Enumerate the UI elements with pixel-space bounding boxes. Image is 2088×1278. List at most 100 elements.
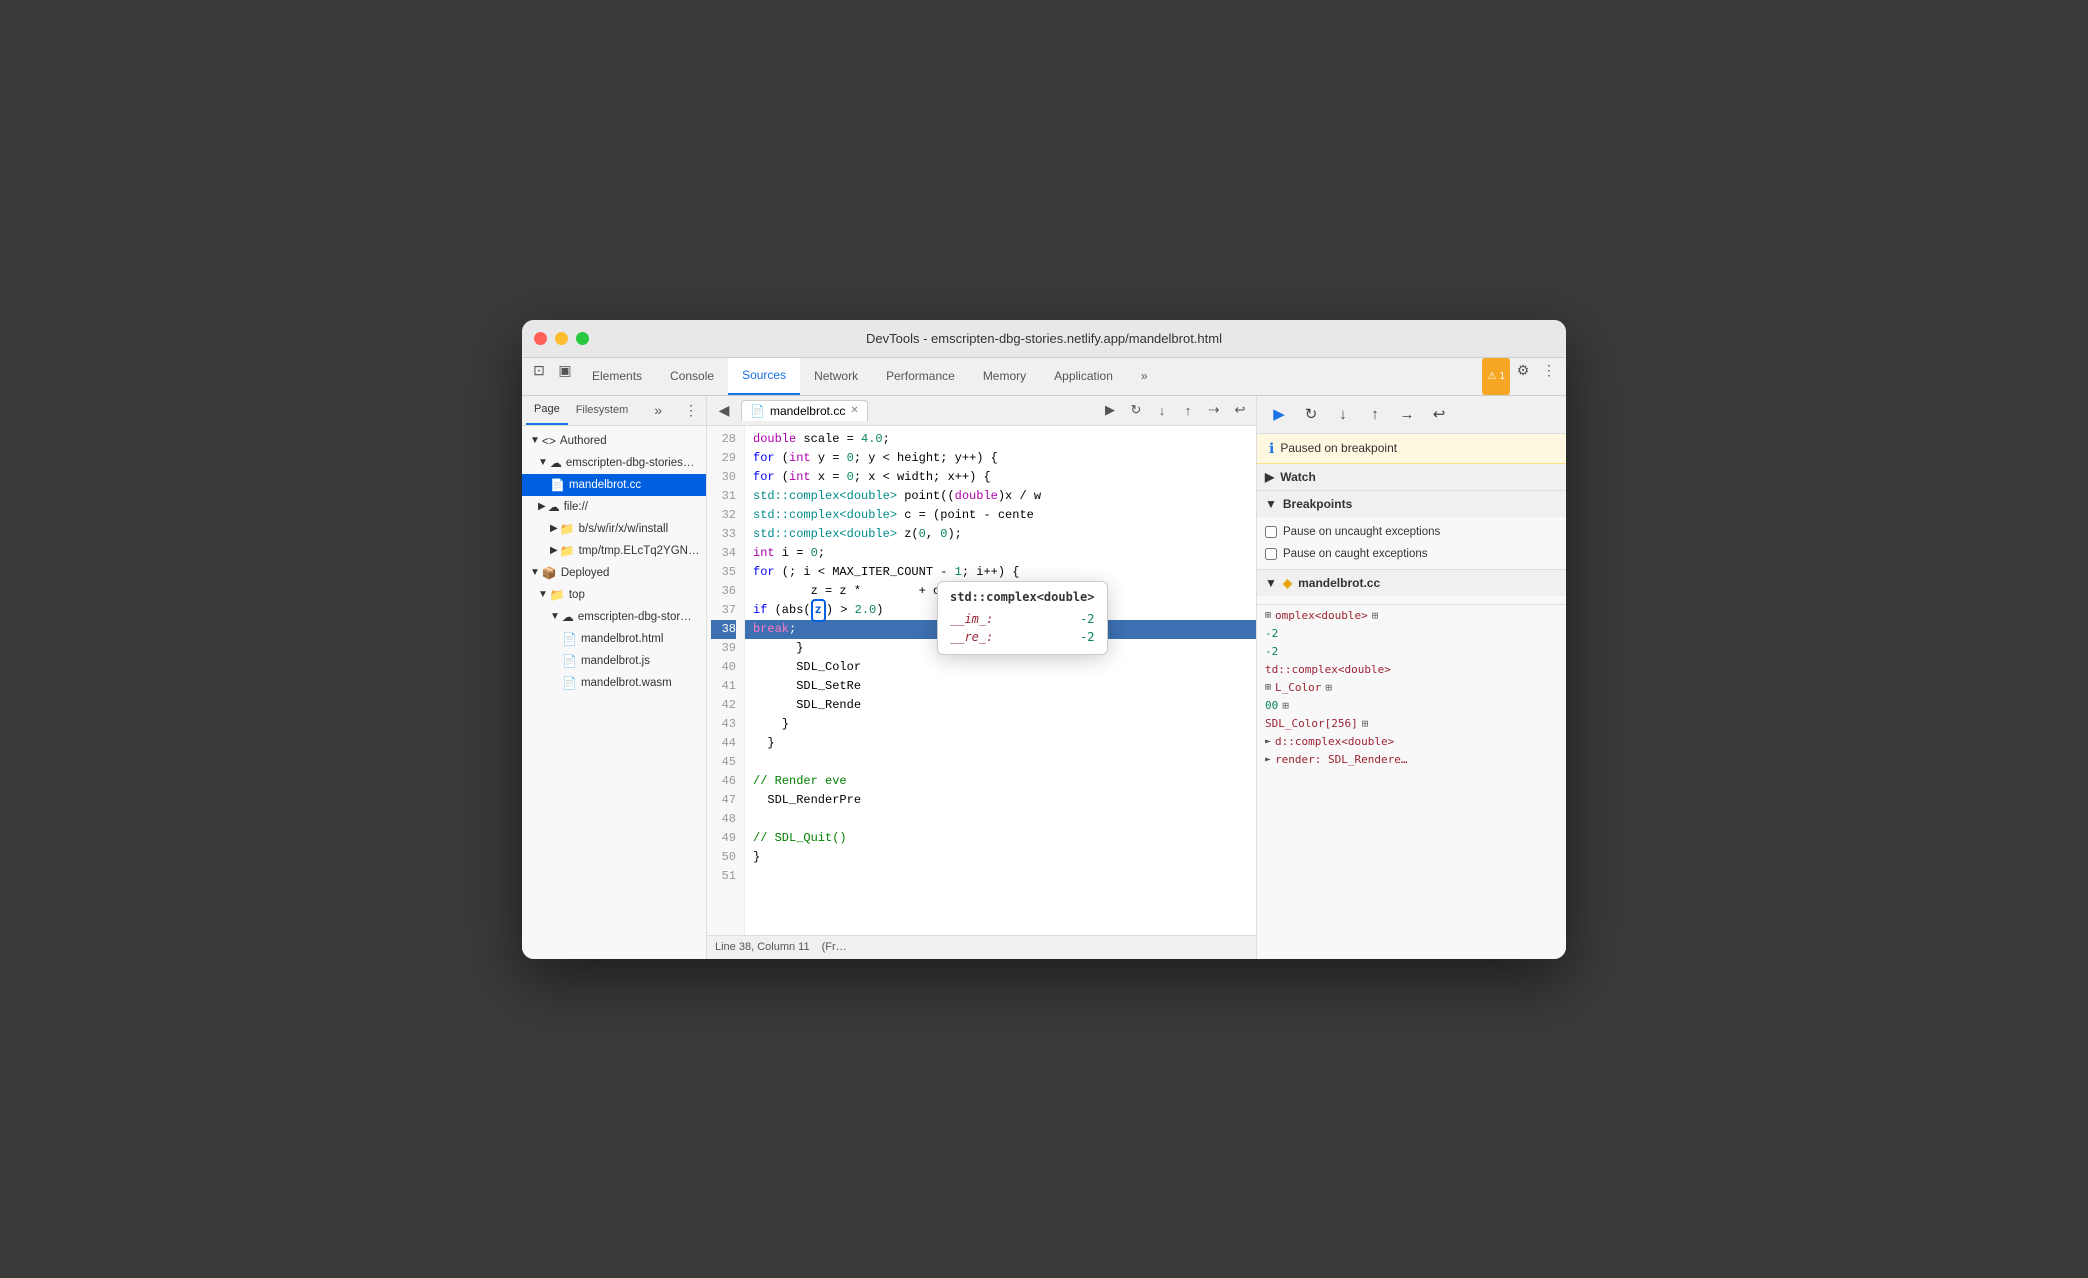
breakpoints-label: Breakpoints [1283,497,1352,511]
scope-val-2: -2 [1265,645,1278,658]
step-button[interactable]: → [1393,400,1421,428]
line-numbers: 28 29 30 31 32 33 34 35 36 37 38 39 40 4… [707,426,745,935]
scope-row-3: td::complex<double> [1265,661,1558,679]
devtools-tab-bar: ⊡ ▣ Elements Console Sources Network Per… [522,358,1566,396]
tree-mandelbrot-js[interactable]: 📄 mandelbrot.js [522,650,706,672]
scope-type-8: render: SDL_Rendere… [1275,753,1407,766]
step-icon[interactable]: ⇢ [1202,398,1226,422]
tree-emscripten-deployed[interactable]: ▼ ☁ emscripten-dbg-stor… [522,606,706,628]
scope-expand-7[interactable]: ► [1265,736,1271,747]
tree-emscripten-dbg[interactable]: ▼ ☁ emscripten-dbg-stories… [522,452,706,474]
code-line-43: } [745,715,1256,734]
file-tab-icon: 📄 [750,404,765,418]
tag-icon: <> [542,434,556,448]
scope-row-8: ► render: SDL_Rendere… [1265,751,1558,769]
folder-icon: 📁 [560,522,575,536]
code-line-30: for (int x = 0; x < width; x++) { [745,468,1256,487]
sidebar-more-icon[interactable]: » [650,402,666,418]
scope-row-6: SDL_Color[256] ⊞ [1265,715,1558,733]
resume-button[interactable]: ▶ [1265,400,1293,428]
tree-mandelbrot-wasm[interactable]: 📄 mandelbrot.wasm [522,672,706,694]
scope-expand-8[interactable]: ► [1265,754,1271,765]
inspect-icon[interactable]: ⊡ [526,358,552,384]
scope-expand-4[interactable]: ⊞ [1265,682,1271,693]
tab-network[interactable]: Network [800,358,872,395]
tab-console[interactable]: Console [656,358,728,395]
tab-memory[interactable]: Memory [969,358,1040,395]
arrow-icon: ▼ [538,589,548,600]
breakpoints-arrow-icon: ▼ [1265,497,1277,511]
watch-section-header[interactable]: ▶ Watch [1257,464,1566,490]
caught-exceptions-checkbox[interactable] [1265,548,1277,560]
sidebar-options-icon[interactable]: ⋮ [680,402,702,419]
scope-type-6: SDL_Color[256] [1265,717,1358,730]
tree-install[interactable]: ▶ 📁 b/s/w/ir/x/w/install [522,518,706,540]
tree-tmp[interactable]: ▶ 📁 tmp/tmp.ELcTq2YGN… [522,540,706,562]
deactivate-icon[interactable]: ↩ [1228,398,1252,422]
status-bar: Line 38, Column 11 (Fr… [707,935,1256,959]
close-button[interactable] [534,332,547,345]
device-icon[interactable]: ▣ [552,358,578,384]
cloud-icon: ☁ [550,456,562,470]
tree-authored[interactable]: ▼ <> Authored [522,430,706,452]
scope-expand-0[interactable]: ⊞ [1265,610,1271,621]
sidebar-tab-filesystem[interactable]: Filesystem [568,396,637,425]
cloud-icon: ☁ [548,500,560,514]
play-icon[interactable]: ▶ [1098,398,1122,422]
tree-item-label: file:// [564,501,588,513]
file-icon: 📄 [562,654,577,668]
deactivate-button[interactable]: ↩ [1425,400,1453,428]
code-line-49: // SDL_Quit() [745,829,1256,848]
minimize-button[interactable] [555,332,568,345]
tab-performance[interactable]: Performance [872,358,969,395]
tab-elements[interactable]: Elements [578,358,656,395]
tab-sources[interactable]: Sources [728,358,800,395]
tree-top[interactable]: ▼ 📁 top [522,584,706,606]
step-into-button[interactable]: ↓ [1329,400,1357,428]
code-line-33: std::complex<double> z(0, 0); [745,525,1256,544]
code-line-34: int i = 0; [745,544,1256,563]
file-tab-close[interactable]: ✕ [850,405,858,416]
file-icon: 📄 [562,676,577,690]
tree-mandelbrot-html[interactable]: 📄 mandelbrot.html [522,628,706,650]
more-options-icon[interactable]: ⋮ [1536,358,1562,384]
warning-badge[interactable]: ⚠ 1 [1482,358,1510,395]
arrow-icon: ▶ [550,523,558,534]
scope-row-2: -2 [1265,643,1558,661]
title-bar: DevTools - emscripten-dbg-stories.netlif… [522,320,1566,358]
navigator-back-icon[interactable]: ◀ [711,397,737,423]
tree-deployed[interactable]: ▼ 📦 Deployed [522,562,706,584]
breakpoint-file-header[interactable]: ▼ ◈ mandelbrot.cc [1257,570,1566,596]
code-line-42: SDL_Rende [745,696,1256,715]
step-out-button[interactable]: ↑ [1361,400,1389,428]
step-over-button[interactable]: ↻ [1297,400,1325,428]
bp-filename: mandelbrot.cc [1298,576,1380,590]
scope-row-1: -2 [1265,625,1558,643]
step-into-icon[interactable]: ↓ [1150,398,1174,422]
sidebar-tab-page[interactable]: Page [526,396,568,425]
tooltip-val-1: -2 [1080,628,1094,646]
step-out-icon[interactable]: ↑ [1176,398,1200,422]
uncaught-exceptions-label: Pause on uncaught exceptions [1283,526,1440,538]
line-column-info: Line 38, Column 11 [715,941,810,953]
tab-more[interactable]: » [1127,358,1162,395]
scope-row-4: ⊞ L_Color ⊞ [1265,679,1558,697]
uncaught-exceptions-checkbox[interactable] [1265,526,1277,538]
file-tab-mandelbrot[interactable]: 📄 mandelbrot.cc ✕ [741,400,868,421]
tree-mandelbrot-cc[interactable]: 📄 mandelbrot.cc [522,474,706,496]
tab-application[interactable]: Application [1040,358,1127,395]
breakpoints-section-header[interactable]: ▼ Breakpoints [1257,491,1566,517]
tree-file[interactable]: ▶ ☁ file:// [522,496,706,518]
editor-nav: ▶ ↻ ↓ ↑ ⇢ ↩ [1098,398,1252,422]
editor-header: ◀ 📄 mandelbrot.cc ✕ ▶ ↻ ↓ ↑ ⇢ ↩ [707,396,1256,426]
code-content[interactable]: double scale = 4.0; for (int y = 0; y < … [745,426,1256,935]
maximize-button[interactable] [576,332,589,345]
right-panel: ▶ ↻ ↓ ↑ → ↩ ℹ Paused on breakpoint ▶ Wat… [1256,396,1566,959]
step-over-icon[interactable]: ↻ [1124,398,1148,422]
code-line-29: for (int y = 0; y < height; y++) { [745,449,1256,468]
settings-icon[interactable]: ⚙ [1510,358,1536,384]
tree-item-label: emscripten-dbg-stories… [566,457,694,469]
sidebar-tab-bar: Page Filesystem » ⋮ [522,396,706,426]
code-line-35: for (; i < MAX_ITER_COUNT - 1; i++) { [745,563,1256,582]
cloud-icon: ☁ [562,610,574,624]
